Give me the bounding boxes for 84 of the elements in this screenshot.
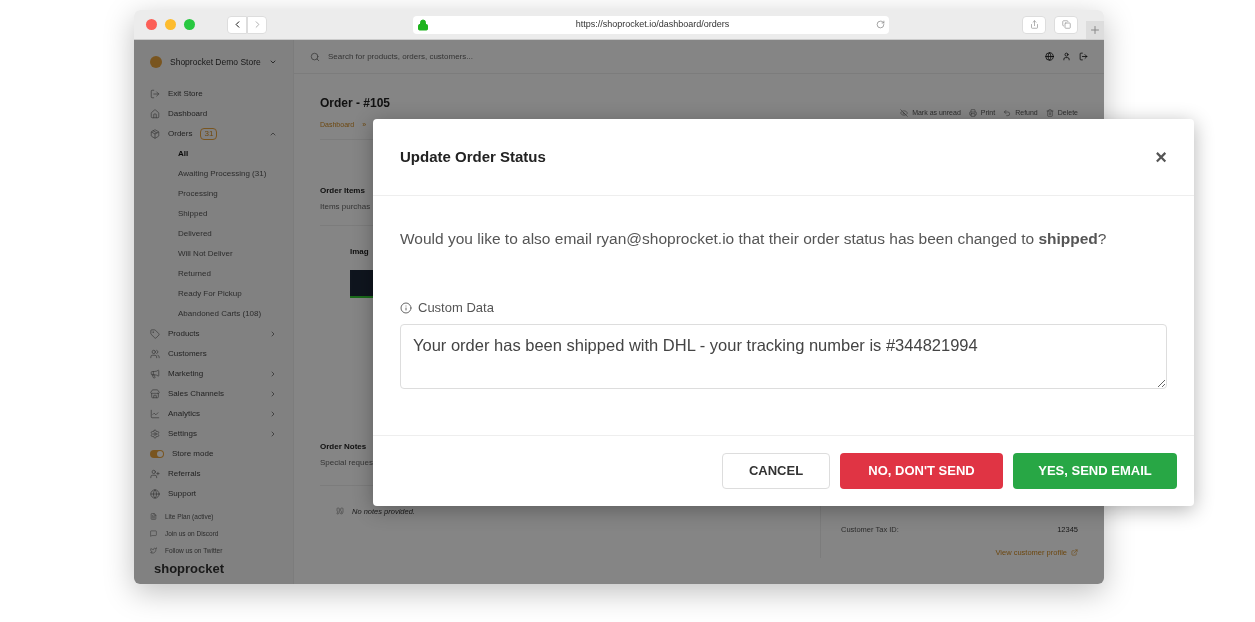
plus-icon (1089, 24, 1101, 36)
column-header: Imag (350, 245, 370, 258)
tabs-button[interactable] (1054, 15, 1078, 34)
chevron-down-icon (268, 58, 277, 66)
nav-item[interactable]: Products (134, 324, 293, 344)
section-subtitle: Items purchas (320, 200, 372, 213)
nav-item[interactable]: Settings (134, 424, 293, 444)
brand-logo: shoprocket (153, 560, 226, 578)
field-label: Custom Data (418, 299, 494, 318)
page-title: Order - #105 (320, 95, 391, 112)
dialog-button[interactable]: YES, SEND EMAIL (1013, 453, 1177, 489)
nav-item[interactable]: Dashboard (134, 104, 293, 124)
tag-icon (150, 329, 160, 339)
settings-icon (150, 429, 160, 439)
submenu-item[interactable]: Ready For Pickup (134, 284, 293, 304)
chevron-right-icon (269, 430, 277, 438)
nav-label: Store mode (172, 448, 214, 460)
nav-item[interactable]: Marketing (134, 364, 293, 384)
nav-item[interactable]: Exit Store (134, 84, 293, 104)
bird-icon (150, 547, 157, 554)
custom-data-field[interactable]: Your order has been shipped with DHL - your tracking number is #344821994 (400, 323, 1167, 389)
chevron-right-icon (269, 330, 277, 338)
submenu-item[interactable]: Shipped (134, 204, 293, 224)
logout-icon[interactable] (1079, 52, 1088, 61)
exit-icon (150, 89, 160, 99)
chart-icon (150, 409, 160, 419)
search-field[interactable]: Search for products, orders, customers... (328, 50, 1037, 63)
store-icon (150, 389, 160, 399)
reload-icon[interactable] (876, 20, 885, 29)
forward-button[interactable] (247, 15, 267, 34)
store-logo-icon (150, 56, 162, 68)
dialog-title: Update Order Status (400, 146, 546, 167)
submenu-item[interactable]: Processing (134, 184, 293, 204)
back-button[interactable] (227, 15, 247, 34)
count-badge: 31 (200, 128, 218, 140)
user-icon (150, 469, 160, 479)
address-bar[interactable]: https://shoprocket.io/dashboard/orders (413, 15, 889, 34)
quote-icon (336, 507, 344, 516)
users-icon (150, 349, 160, 359)
book-cover-placeholder (350, 269, 374, 298)
chevron-right-icon (269, 390, 277, 398)
undo-icon (1003, 109, 1012, 118)
globe-icon[interactable] (1045, 52, 1054, 61)
dialog-message: Would you like to also email ryan@shoprocket.io that their order status has been changed to shipped? (400, 229, 1108, 249)
user-icon[interactable] (1062, 52, 1071, 61)
info-icon (400, 302, 412, 314)
home-icon (150, 109, 160, 119)
submenu-item[interactable]: Will Not Deliver (134, 244, 293, 264)
dialog-button[interactable]: CANCEL (722, 453, 830, 489)
eye-off-icon (900, 109, 909, 118)
chevron-up-icon (269, 130, 277, 138)
section-title: Order Items (320, 184, 366, 197)
trash-icon (1045, 109, 1054, 118)
nav-item[interactable]: Support (134, 484, 293, 504)
boxes-icon (150, 129, 160, 139)
new-tab-button[interactable] (1086, 21, 1104, 39)
store-mode-toggle[interactable] (150, 450, 164, 458)
store-name[interactable]: Shoprocket Demo Store (170, 55, 261, 69)
printer-icon (968, 109, 977, 118)
submenu-item[interactable]: Returned (134, 264, 293, 284)
section-title: Order Notes (320, 440, 368, 453)
nav-item[interactable]: Customers (134, 344, 293, 364)
nav-item[interactable]: Analytics (134, 404, 293, 424)
section-subtitle: Special reques (320, 456, 374, 469)
submenu-item[interactable]: All (134, 144, 293, 164)
share-button[interactable] (1022, 15, 1046, 34)
nav-item[interactable]: Orders 31 (134, 124, 293, 144)
external-link-icon (1071, 548, 1078, 556)
chat-icon (150, 530, 157, 537)
chevron-right-icon (269, 410, 277, 418)
globe-icon (150, 489, 160, 499)
dialog-button[interactable]: NO, DON'T SEND (840, 453, 1003, 489)
chevron-right-icon (269, 370, 277, 378)
search-icon (310, 51, 320, 62)
megaphone-icon (150, 369, 160, 379)
submenu-item[interactable]: Abandoned Carts (108) (134, 304, 293, 324)
submenu-item[interactable]: Awaiting Processing (31) (134, 164, 293, 184)
nav-item[interactable]: Sales Channels (134, 384, 293, 404)
close-button[interactable]: × (1155, 147, 1167, 167)
share-icon (1029, 20, 1039, 29)
nav-item[interactable]: Referrals (134, 464, 293, 484)
tabs-icon (1061, 20, 1071, 29)
submenu-item[interactable]: Delivered (134, 224, 293, 244)
document-icon (150, 513, 157, 520)
